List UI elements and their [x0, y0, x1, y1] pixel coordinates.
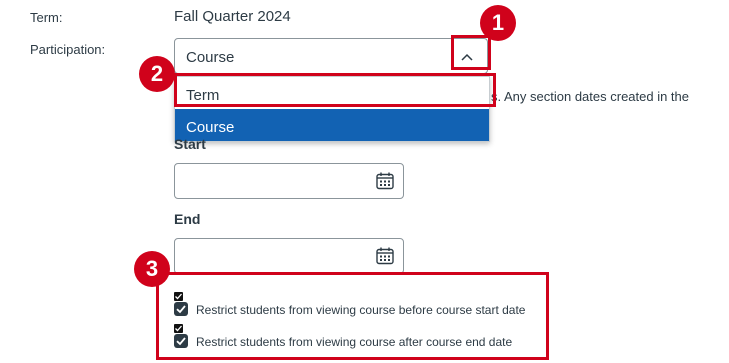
highlight-chevron	[451, 35, 491, 70]
term-value: Fall Quarter 2024	[174, 8, 291, 25]
end-label: End	[174, 211, 201, 227]
start-label: Start	[174, 136, 206, 152]
end-date-input[interactable]	[174, 238, 404, 274]
participation-selected-value: Course	[186, 49, 235, 66]
participation-select[interactable]: Course	[174, 38, 488, 74]
annotation-badge-1: 1	[480, 5, 516, 41]
annotation-badge-2: 2	[139, 56, 175, 92]
highlight-restrictions	[156, 272, 549, 360]
start-date-input[interactable]	[174, 163, 404, 199]
term-label: Term:	[30, 10, 63, 25]
option-course[interactable]: Course	[175, 109, 489, 141]
calendar-icon[interactable]	[376, 172, 394, 190]
participation-hint-text: s. Any section dates created in the	[491, 89, 690, 104]
participation-label: Participation:	[30, 42, 106, 57]
annotation-badge-3: 3	[134, 251, 170, 287]
calendar-icon[interactable]	[376, 247, 394, 265]
highlight-term-option	[174, 73, 496, 107]
